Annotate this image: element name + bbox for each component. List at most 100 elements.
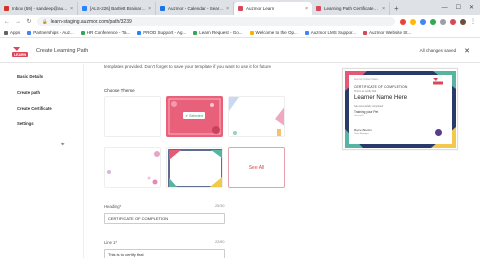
forward-icon[interactable]: → [15, 19, 21, 25]
browser-tab[interactable]: Inbox (59) - sandeep@auzm... × [0, 2, 78, 15]
bookmark-item[interactable]: PROD Support - Ag... [137, 30, 186, 35]
browser-tab[interactable]: Learning Path Certificates | ... × [312, 2, 390, 15]
bookmark-item[interactable]: Auzmor Website St... [363, 30, 411, 35]
theme-pattern [168, 149, 222, 187]
heading-input[interactable]: CERTIFICATE OF COMPLETION [104, 213, 225, 224]
bookmark-item[interactable]: Welcome to the Op... [249, 30, 298, 35]
address-bar[interactable]: 🔒 learn-staging.auzmor.com/path/3239 [37, 17, 395, 26]
tab-title: Learning Path Certificates | ... [324, 6, 381, 11]
theme-option-3[interactable] [228, 96, 285, 137]
certificate-completed-text: has successfully completed [354, 105, 384, 108]
maximize-icon[interactable]: ☐ [456, 4, 461, 11]
back-icon[interactable]: ← [4, 19, 10, 25]
bookmark-apps[interactable]: Apps [4, 30, 20, 35]
new-tab-icon[interactable]: + [390, 2, 403, 15]
tab-title: Auzmor Learn [246, 6, 275, 11]
heading-char-count: 25/30 [215, 204, 225, 208]
extension-icon[interactable] [450, 18, 456, 25]
theme-option-5[interactable] [166, 147, 223, 188]
bookmark-item[interactable]: HR Conference - Ta... [80, 30, 130, 35]
theme-option-1[interactable] [104, 96, 161, 137]
browser-toolbar: ← → ↻ 🔒 learn-staging.auzmor.com/path/32… [0, 15, 480, 28]
tab-close-icon[interactable]: × [305, 6, 308, 12]
minimize-icon[interactable]: — [442, 5, 448, 11]
bookmark-item[interactable]: Learn Request - Go... [193, 30, 243, 35]
certificate-heading: CERTIFICATE OF COMPLETION [354, 85, 408, 89]
certificate-course: Training your Pet [354, 110, 379, 114]
browser-tab-active[interactable]: Auzmor Learn × [234, 2, 312, 15]
tab-close-icon[interactable]: × [226, 6, 229, 12]
certificate-signature: Bryce Becker [354, 128, 372, 132]
window-close-icon[interactable]: ✕ [469, 4, 474, 11]
step-sidebar: Basic Details Create path Create Certifi… [0, 64, 84, 258]
auzmor-learn-logo: LEARN [10, 45, 30, 57]
extension-icon[interactable] [420, 18, 426, 25]
bookmark-favicon-icon [80, 30, 85, 35]
sidebar-item-settings[interactable]: Settings [17, 121, 34, 126]
sidebar-item-create-path[interactable]: Create path [17, 90, 40, 95]
certificate-body: Auzmor United States CERTIFICATE OF COMP… [350, 76, 448, 140]
bookmark-favicon-icon [363, 30, 368, 35]
certificate-logo [433, 78, 443, 85]
bookmark-favicon-icon [193, 30, 198, 35]
certificate-signer-title: Team Manager [354, 133, 369, 135]
bookmark-favicon-icon [249, 30, 254, 35]
save-status: All changes saved [419, 48, 457, 53]
bookmarks-bar: Apps Partnerships - Auz... HR Conference… [0, 28, 480, 38]
window-controls: — ☐ ✕ [442, 0, 480, 15]
bookmark-favicon-icon [137, 30, 142, 35]
intro-text: templates provided. Don't forget to save… [104, 64, 271, 69]
tab-favicon-icon [316, 6, 321, 11]
certificate-course-id: Course ID [354, 115, 364, 117]
page-title: Create Learning Path [36, 47, 89, 54]
extension-icon[interactable] [400, 18, 406, 25]
line1-label: Line 1* [104, 240, 118, 245]
sidebar-item-basic-details[interactable]: Basic Details [17, 74, 43, 79]
reload-icon[interactable]: ↻ [26, 18, 32, 25]
see-all-themes-button[interactable]: See All [228, 147, 285, 188]
extension-icon[interactable] [440, 18, 446, 25]
menu-icon[interactable]: ⋮ [470, 18, 476, 25]
line1-input[interactable]: This is to certify that [104, 249, 225, 258]
bookmark-item[interactable]: Auzmor LMS Suppor... [304, 30, 356, 35]
check-icon: ✔ [185, 113, 189, 118]
tab-favicon-icon [4, 6, 9, 11]
tab-favicon-icon [82, 6, 87, 11]
lock-icon: 🔒 [42, 18, 48, 24]
certificate-line1: This is to certify that [354, 90, 377, 93]
tab-title: [ALS-226] Bartlett Brainard... [90, 6, 147, 11]
selected-badge: ✔ Selected [183, 112, 205, 119]
certificate-learner-name: Learner Name Here [354, 95, 408, 101]
logo-text: LEARN [14, 53, 27, 57]
bookmark-favicon-icon [27, 30, 32, 35]
tab-close-icon[interactable]: × [70, 6, 73, 12]
app-header: LEARN Create Learning Path All changes s… [0, 39, 480, 63]
certificate-preview: Auzmor United States CERTIFICATE OF COMP… [342, 68, 458, 150]
profile-avatar[interactable] [460, 18, 466, 25]
tab-title: Auzmor - Calendar - Search... [168, 6, 225, 11]
tab-title: Inbox (59) - sandeep@auzm... [12, 6, 69, 11]
sidebar-item-create-certificate[interactable]: Create Certificate [17, 106, 52, 111]
certificate-seal-icon [435, 129, 442, 136]
theme-option-4[interactable] [104, 147, 161, 188]
extension-icon[interactable] [410, 18, 416, 25]
apps-icon [4, 30, 8, 35]
tab-favicon-icon [238, 6, 243, 11]
line1-char-count: 22/60 [215, 240, 225, 244]
browser-tab[interactable]: [ALS-226] Bartlett Brainard... × [78, 2, 156, 15]
mouse-cursor-icon: ⌖ [61, 142, 65, 148]
certificate-org: Auzmor United States [354, 78, 379, 81]
browser-tab-strip: Inbox (59) - sandeep@auzm... × [ALS-226]… [0, 0, 480, 15]
bookmark-item[interactable]: Partnerships - Auz... [27, 30, 74, 35]
choose-theme-label: Choose Theme [104, 88, 135, 93]
tab-close-icon[interactable]: × [148, 6, 151, 12]
close-icon[interactable]: ✕ [464, 47, 470, 55]
tab-favicon-icon [160, 6, 165, 11]
heading-label: Heading* [104, 204, 122, 209]
tab-close-icon[interactable]: × [382, 6, 385, 12]
browser-tab[interactable]: Auzmor - Calendar - Search... × [156, 2, 234, 15]
theme-pattern [107, 151, 160, 185]
url-text: learn-staging.auzmor.com/path/3239 [50, 18, 132, 25]
extension-icon[interactable] [430, 18, 436, 25]
theme-option-2-selected[interactable]: ✔ Selected [166, 96, 223, 137]
